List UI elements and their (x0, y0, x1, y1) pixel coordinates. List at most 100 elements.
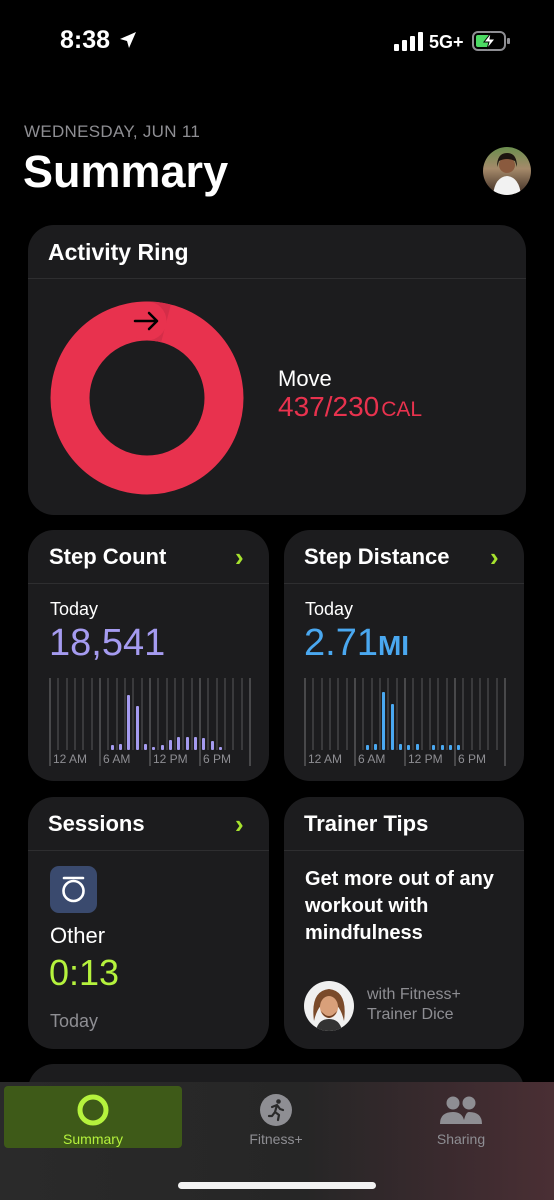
chart-bar (169, 740, 172, 750)
chart-gridline (362, 678, 364, 750)
header-date: WEDNESDAY, JUN 11 (24, 122, 201, 141)
trainer-with-line1: with Fitness+ (367, 986, 461, 1003)
chart-bar (202, 738, 205, 750)
chart-bar (127, 695, 130, 750)
chart-gridline (454, 678, 456, 766)
sessions-title: Sessions (48, 811, 145, 836)
chart-gridline (496, 678, 498, 750)
profile-avatar[interactable] (483, 147, 531, 195)
chart-gridline (232, 678, 234, 750)
chart-bar (416, 744, 419, 750)
step-distance-card[interactable]: Step Distance › Today 2.71MI 12 AM 6 AM 12… (284, 530, 524, 781)
status-bar: 8:38 5G+ (0, 0, 554, 80)
chart-gridline (116, 678, 118, 750)
chart-bar (432, 745, 435, 750)
tab-summary-label: Summary (63, 1131, 123, 1147)
chart-bar (374, 744, 377, 750)
chevron-right-icon: › (235, 809, 244, 839)
chart-bar (211, 741, 214, 750)
location-arrow-icon (120, 32, 136, 48)
chart-gridline (49, 678, 51, 766)
chart-bar (152, 747, 155, 750)
chart-gridline (91, 678, 93, 750)
chart-axis-label: 6 PM (203, 752, 232, 766)
chart-gridline (191, 678, 193, 750)
session-workout-name: Other (50, 923, 106, 948)
chart-gridline (207, 678, 209, 750)
chart-gridline (471, 678, 473, 750)
chart-bar (407, 745, 410, 750)
chart-gridline (57, 678, 59, 750)
runner-icon (260, 1094, 292, 1126)
session-period: Today (50, 1011, 99, 1031)
chart-axis-label: 12 AM (53, 752, 88, 766)
divider (284, 583, 524, 584)
step-distance-value-row: 2.71MI (304, 622, 409, 665)
chart-gridline (124, 678, 126, 750)
status-time: 8:38 (60, 26, 111, 54)
chevron-right-icon: › (235, 542, 244, 572)
tab-sharing[interactable]: Sharing (372, 1082, 550, 1200)
chart-axis-label: 6 AM (103, 752, 131, 766)
chart-axis-label: 6 AM (358, 752, 386, 766)
chart-bar (136, 706, 139, 750)
step-count-chart: 12 AM 6 AM 12 PM 6 PM (49, 678, 251, 770)
chart-gridline (174, 678, 176, 750)
activity-ring-icon (77, 1094, 109, 1126)
chart-gridline (429, 678, 431, 750)
trainer-avatar (304, 981, 354, 1031)
chart-bar (144, 744, 147, 750)
chart-axis-label: 12 AM (308, 752, 343, 766)
page-title: Summary (23, 146, 229, 197)
chart-gridline (132, 678, 134, 750)
chart-gridline (321, 678, 323, 750)
home-indicator[interactable] (178, 1182, 376, 1189)
move-value: 437/230 (278, 391, 380, 422)
trainer-tip-text: Get more out of any workout with mindful… (305, 868, 494, 944)
chart-gridline (446, 678, 448, 750)
chart-gridline (396, 678, 398, 750)
divider (28, 583, 269, 584)
chart-gridline (354, 678, 356, 766)
chart-gridline (421, 678, 423, 750)
activity-ring-card[interactable]: Activity Ring Move 437/230CAL (28, 225, 526, 515)
move-label: Move (278, 366, 332, 391)
chart-bar (441, 745, 444, 750)
move-unit: CAL (381, 398, 423, 421)
chart-gridline (312, 678, 314, 750)
chart-gridline (241, 678, 243, 750)
chart-gridline (371, 678, 373, 750)
people-icon (440, 1096, 482, 1124)
step-count-value: 18,541 (49, 622, 166, 664)
chart-gridline (99, 678, 101, 766)
chart-gridline (224, 678, 226, 750)
divider (28, 850, 269, 851)
chart-gridline (404, 678, 406, 766)
step-count-card[interactable]: Step Count › Today 18,541 12 AM 6 AM 12 PM… (28, 530, 269, 781)
trainer-with-line2: Trainer Dice (367, 1006, 454, 1023)
chart-bar (382, 692, 385, 750)
chart-gridline (346, 678, 348, 750)
chart-bar (119, 744, 122, 750)
step-distance-title: Step Distance (304, 544, 450, 569)
chart-gridline (487, 678, 489, 750)
chart-gridline (479, 678, 481, 750)
chart-axis-label: 12 PM (408, 752, 443, 766)
tab-summary[interactable]: Summary (4, 1082, 182, 1200)
chart-gridline (107, 678, 109, 750)
chart-bar (457, 745, 460, 750)
chart-gridline (66, 678, 68, 750)
chart-gridline (437, 678, 439, 750)
network-type: 5G+ (429, 32, 464, 52)
sessions-card[interactable]: Sessions › Other 0:13 Today (28, 797, 269, 1049)
trainer-tips-card[interactable]: Trainer Tips Get more out of any workout… (284, 797, 524, 1049)
session-duration: 0:13 (49, 952, 120, 993)
chart-gridline (149, 678, 151, 766)
step-distance-period: Today (305, 599, 354, 619)
chart-bar (219, 747, 222, 750)
step-count-period: Today (50, 599, 99, 619)
chart-gridline (74, 678, 76, 750)
workout-other-icon (50, 866, 97, 913)
step-distance-value: 2.71 (304, 622, 378, 664)
chart-bar (186, 737, 189, 750)
